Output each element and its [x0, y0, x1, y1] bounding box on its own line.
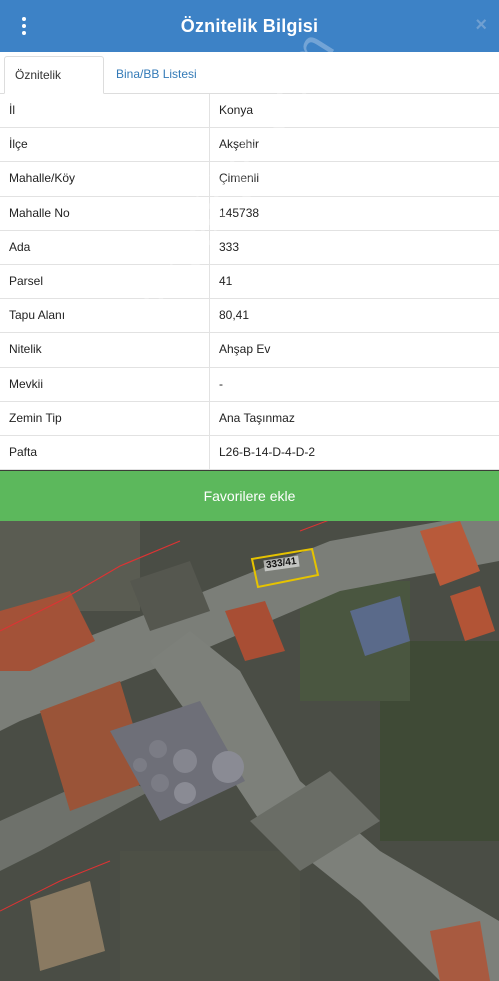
tab-attribute-info[interactable]: Öznitelik Bilgisi: [4, 56, 104, 118]
table-row: Nitelik Ahşap Ev: [0, 333, 499, 368]
table-row: Mahalle/Köy Çimenli: [0, 162, 499, 197]
table-row: Parsel 41: [0, 264, 499, 300]
row-key: Tapu Alanı: [0, 299, 210, 333]
dialog-title: Öznitelik Bilgisi: [180, 15, 319, 36]
attribute-table: İl Konya İlçe Akşehir Mahalle/Köy Çimenli M…: [0, 94, 499, 471]
satellite-imagery: [0, 521, 499, 981]
row-key: Mevkii: [0, 367, 210, 401]
row-value: Ana Taşınmaz: [219, 410, 295, 425]
row-key: Zemin Tip: [0, 401, 210, 435]
add-to-favorites-button[interactable]: Favorilere ekle: [0, 471, 499, 521]
table-row: Mahalle No 145738: [0, 196, 499, 231]
table-row: Pafta L26-B-14-D-4-D-2: [0, 435, 499, 471]
satellite-map[interactable]: 333/41: [0, 521, 499, 981]
row-key: İl: [0, 94, 210, 128]
close-icon[interactable]: ×: [475, 14, 487, 36]
row-key: Mahalle No: [0, 196, 210, 230]
tab-bar: Öznitelik Bilgisi Bina/BB Listesi: [0, 52, 499, 118]
row-value: 80,41: [219, 308, 250, 323]
tab-building-list[interactable]: Bina/BB Listesi: [106, 56, 207, 94]
row-key: Mahalle/Köy: [0, 162, 210, 196]
row-value: Çimenli: [219, 171, 260, 186]
row-value: 145738: [219, 205, 260, 220]
table-row: İl Konya: [0, 94, 499, 129]
row-key: Nitelik: [0, 333, 210, 367]
row-value: Ahşap Ev: [219, 342, 271, 357]
table-row: Ada 333: [0, 230, 499, 265]
row-value: -: [219, 376, 223, 391]
row-value: 333: [219, 239, 240, 254]
row-value: Konya: [219, 103, 254, 117]
dialog-header: Öznitelik Bilgisi ×: [0, 0, 499, 52]
row-value: 41: [219, 273, 233, 288]
table-row: İlçe Akşehir: [0, 128, 499, 163]
table-row: Zemin Tip Ana Taşınmaz: [0, 401, 499, 436]
row-value: L26-B-14-D-4-D-2: [219, 444, 316, 459]
table-row: Tapu Alanı 80,41: [0, 299, 499, 334]
row-value: Akşehir: [219, 137, 260, 152]
row-key: Pafta: [0, 435, 210, 470]
row-key: İlçe: [0, 128, 210, 162]
vertical-dots-icon[interactable]: [10, 12, 38, 40]
row-key: Ada: [0, 230, 210, 264]
table-row: Mevkii -: [0, 367, 499, 402]
row-key: Parsel: [0, 264, 210, 299]
